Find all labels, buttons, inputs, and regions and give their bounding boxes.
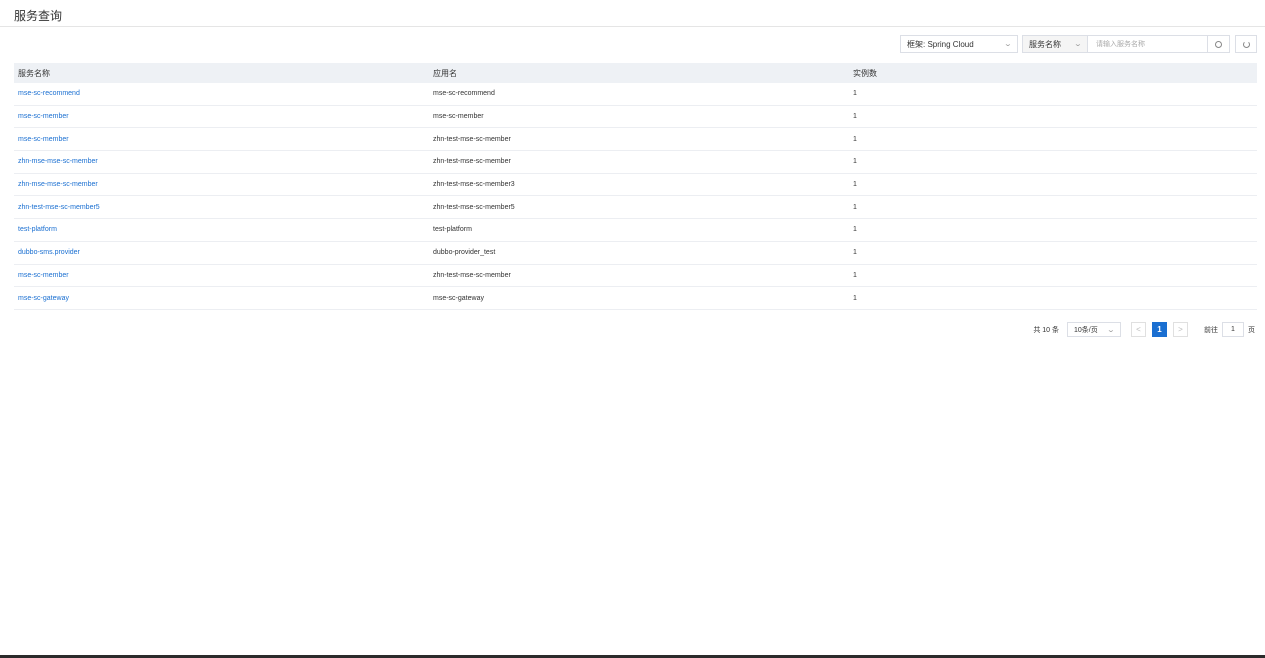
service-name-cell: zhn-test-mse-sc-member5 <box>14 204 427 211</box>
table-header: 服务名称 应用名 实例数 <box>14 63 1257 83</box>
table-row: zhn-test-mse-sc-member5 zhn-test-mse-sc-m… <box>14 196 1257 220</box>
page-1-button[interactable]: 1 <box>1152 322 1167 337</box>
prev-page-button[interactable]: < <box>1131 322 1146 337</box>
table-body: mse-sc-recommend mse-sc-recommend 1 mse-sc-… <box>14 83 1257 310</box>
instance-count-cell: 1 <box>853 271 857 279</box>
next-page-button[interactable]: > <box>1173 322 1188 337</box>
app-name-cell: test-platform <box>433 226 472 234</box>
refresh-icon <box>1242 40 1250 48</box>
header-app-name: 应用名 <box>433 68 457 78</box>
instance-count-cell: 1 <box>853 294 857 302</box>
table-row: mse-sc-member zhn-test-mse-sc-member 1 <box>14 265 1257 288</box>
goto-suffix: 页 <box>1248 326 1255 334</box>
app-name-cell: zhn-test-mse-sc-member3 <box>433 181 515 189</box>
header-service-name: 服务名称 <box>18 68 50 78</box>
app-name-cell: zhn-test-mse-sc-member <box>433 271 511 279</box>
page-size-value: 10条/页 <box>1074 326 1098 334</box>
service-name-cell: mse-sc-member <box>14 272 427 279</box>
goto-page-input[interactable]: 1 <box>1222 322 1244 337</box>
service-name-cell: mse-sc-member <box>14 113 427 120</box>
chevron-down-icon: ⌄ <box>1073 41 1083 48</box>
search-input-placeholder: 请输入服务名称 <box>1096 41 1145 48</box>
app-name-cell: mse-sc-member <box>433 113 484 121</box>
service-name-link[interactable]: zhn-mse-mse-sc-member <box>18 158 98 165</box>
table-row: zhn-mse-mse-sc-member zhn-test-mse-sc-mem… <box>14 151 1257 174</box>
refresh-button[interactable] <box>1235 35 1257 53</box>
goto-label: 前往 <box>1204 326 1218 334</box>
search-field-select-value: 服务名称 <box>1029 39 1061 49</box>
instance-count-cell: 1 <box>853 135 857 143</box>
table-row: mse-sc-gateway mse-sc-gateway 1 <box>14 287 1257 310</box>
service-name-cell: dubbo-sms.provider <box>14 249 427 256</box>
service-name-link[interactable]: mse-sc-member <box>18 272 69 279</box>
instance-count-cell: 1 <box>853 249 857 257</box>
services-table: 服务名称 应用名 实例数 mse-sc-recommend mse-sc-reco… <box>14 63 1257 310</box>
search-field-select[interactable]: 服务名称 ⌄ <box>1022 35 1088 53</box>
instance-count-cell: 1 <box>853 113 857 121</box>
instance-count-cell: 1 <box>853 90 857 98</box>
instance-count-cell: 1 <box>853 226 857 234</box>
app-name-cell: zhn-test-mse-sc-member <box>433 158 511 166</box>
service-name-cell: mse-sc-member <box>14 136 427 143</box>
page-size-select[interactable]: 10条/页 ⌄ <box>1067 322 1121 337</box>
header-instance-count: 实例数 <box>853 68 877 78</box>
service-name-cell: mse-sc-gateway <box>14 295 427 302</box>
app-name-cell: zhn-test-mse-sc-member <box>433 135 511 143</box>
table-row: mse-sc-member mse-sc-member 1 <box>14 106 1257 129</box>
service-name-link[interactable]: mse-sc-member <box>18 113 69 120</box>
instance-count-cell: 1 <box>853 203 857 211</box>
toolbar: 框架: Spring Cloud ⌄ 服务名称 ⌄ 请输入服务名称 <box>900 35 1257 53</box>
search-button[interactable] <box>1208 35 1230 53</box>
framework-select[interactable]: 框架: Spring Cloud ⌄ <box>900 35 1018 53</box>
framework-select-value: 框架: Spring Cloud <box>907 39 974 49</box>
table-row: mse-sc-member zhn-test-mse-sc-member 1 <box>14 128 1257 152</box>
app-name-cell: zhn-test-mse-sc-member5 <box>433 203 515 211</box>
chevron-down-icon: ⌄ <box>1003 41 1013 48</box>
app-name-cell: mse-sc-recommend <box>433 90 495 98</box>
service-name-link[interactable]: mse-sc-recommend <box>18 90 80 97</box>
search-input[interactable]: 请输入服务名称 <box>1088 35 1208 53</box>
search-icon <box>1215 40 1222 48</box>
service-name-cell: test-platform <box>14 226 427 233</box>
table-row: test-platform test-platform 1 <box>14 219 1257 242</box>
chevron-down-icon: ⌄ <box>1106 326 1116 334</box>
service-name-link[interactable]: mse-sc-member <box>18 136 69 143</box>
page-header: 服务查询 <box>0 0 1265 27</box>
service-name-cell: zhn-mse-mse-sc-member <box>14 181 427 188</box>
table-row: dubbo-sms.provider dubbo-provider_test 1 <box>14 242 1257 265</box>
page-title: 服务查询 <box>14 9 63 23</box>
instance-count-cell: 1 <box>853 158 857 166</box>
service-name-link[interactable]: zhn-mse-mse-sc-member <box>18 181 98 188</box>
app-name-cell: mse-sc-gateway <box>433 294 484 302</box>
service-name-link[interactable]: zhn-test-mse-sc-member5 <box>18 204 100 211</box>
app-name-cell: dubbo-provider_test <box>433 249 496 257</box>
pagination: 共 10 条 10条/页 ⌄ < 1 > 前往 1 页 <box>1033 322 1255 337</box>
pagination-total: 共 10 条 <box>1033 326 1059 334</box>
service-name-link[interactable]: mse-sc-gateway <box>18 295 69 302</box>
service-name-cell: zhn-mse-mse-sc-member <box>14 158 427 165</box>
table-row: zhn-mse-mse-sc-member zhn-test-mse-sc-mem… <box>14 174 1257 197</box>
service-name-link[interactable]: dubbo-sms.provider <box>18 249 80 256</box>
instance-count-cell: 1 <box>853 181 857 189</box>
service-name-link[interactable]: test-platform <box>18 226 57 233</box>
table-row: mse-sc-recommend mse-sc-recommend 1 <box>14 83 1257 106</box>
service-name-cell: mse-sc-recommend <box>14 90 427 97</box>
